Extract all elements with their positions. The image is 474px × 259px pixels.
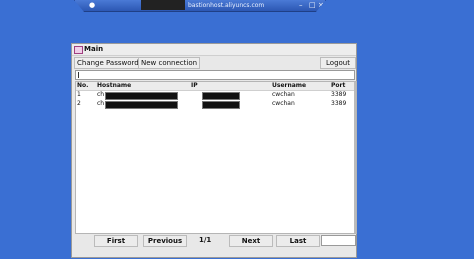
redacted-hostname xyxy=(105,101,178,109)
first-page-button[interactable]: First xyxy=(94,235,138,247)
connections-table: No. Hostname IP Username Port 1 ch cwcha… xyxy=(75,81,357,234)
row-no: 2 xyxy=(77,100,81,107)
table-row[interactable]: 1 ch cwchan 3389 xyxy=(76,91,356,100)
redacted-ip xyxy=(202,92,240,100)
logout-button[interactable]: Logout xyxy=(320,57,356,69)
row-username: cwchan xyxy=(272,100,295,107)
table-scrollbar[interactable] xyxy=(354,82,356,233)
table-row[interactable]: 2 ch cwchan 3389 xyxy=(76,100,356,109)
window-icon xyxy=(74,46,83,54)
table-header: No. Hostname IP Username Port xyxy=(76,82,356,91)
row-hostname: ch xyxy=(97,100,105,107)
main-window: Main Change Password New connection Logo… xyxy=(71,43,357,258)
text-caret xyxy=(78,72,79,78)
window-titlebar[interactable]: Main xyxy=(72,44,356,56)
minimize-icon[interactable]: – xyxy=(299,0,303,11)
close-icon[interactable]: × xyxy=(318,0,324,11)
row-hostname: ch xyxy=(97,91,105,98)
previous-page-button[interactable]: Previous xyxy=(143,235,187,247)
maximize-icon[interactable]: □ xyxy=(309,0,316,11)
filter-input[interactable] xyxy=(75,70,355,80)
redacted-ip xyxy=(202,101,240,109)
row-no: 1 xyxy=(77,91,81,98)
col-ip[interactable]: IP xyxy=(191,82,198,90)
page-number-input[interactable] xyxy=(321,235,356,246)
change-password-button[interactable]: Change Password xyxy=(74,57,142,69)
redacted-region xyxy=(141,0,185,10)
new-connection-button[interactable]: New connection xyxy=(138,57,201,69)
remote-session-bar: ● bastionhost.aliyuncs.com – □ × xyxy=(74,0,326,12)
next-page-button[interactable]: Next xyxy=(229,235,273,247)
remote-host-label: bastionhost.aliyuncs.com xyxy=(188,2,265,9)
col-username[interactable]: Username xyxy=(272,82,306,90)
col-port[interactable]: Port xyxy=(331,82,345,90)
row-port: 3389 xyxy=(331,100,347,107)
col-hostname[interactable]: Hostname xyxy=(97,82,131,90)
last-page-button[interactable]: Last xyxy=(276,235,320,247)
row-port: 3389 xyxy=(331,91,347,98)
page-indicator: 1/1 xyxy=(199,236,212,244)
redacted-hostname xyxy=(105,92,178,100)
window-title: Main xyxy=(84,45,104,53)
col-no[interactable]: No. xyxy=(77,82,88,90)
row-username: cwchan xyxy=(272,91,295,98)
pin-icon[interactable]: ● xyxy=(89,0,95,11)
